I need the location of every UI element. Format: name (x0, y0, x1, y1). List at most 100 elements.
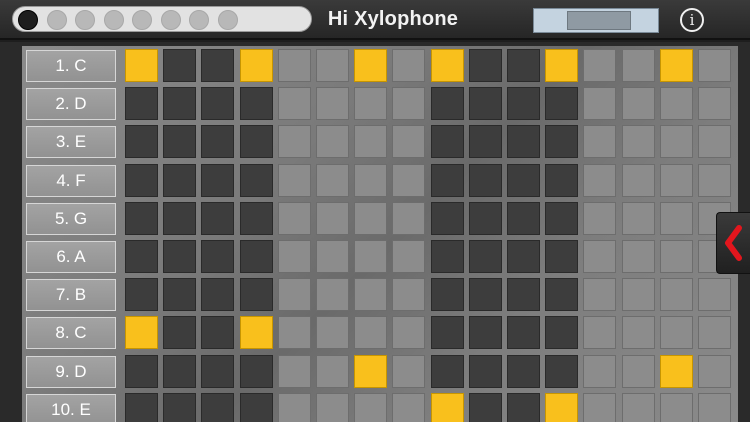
step-cell[interactable] (125, 392, 158, 422)
step-cell[interactable] (201, 125, 235, 159)
step-cell[interactable] (545, 240, 579, 273)
step-cell[interactable] (659, 392, 693, 422)
step-cell[interactable] (316, 240, 349, 273)
step-cell[interactable] (163, 354, 197, 388)
step-cell[interactable] (507, 163, 540, 197)
step-cell[interactable] (545, 316, 579, 350)
step-cell[interactable] (583, 163, 617, 197)
step-cell[interactable] (392, 240, 426, 273)
step-cell[interactable] (545, 87, 579, 121)
step-cell[interactable] (201, 392, 235, 422)
step-cell[interactable] (659, 87, 693, 121)
step-cell[interactable] (354, 163, 388, 197)
step-cell[interactable] (583, 354, 617, 388)
step-cell[interactable] (277, 87, 311, 121)
step-cell[interactable] (621, 392, 655, 422)
step-cell[interactable] (430, 354, 464, 388)
step-cell[interactable] (277, 392, 311, 422)
step-cell[interactable] (659, 316, 693, 350)
step-cell[interactable] (468, 87, 502, 121)
step-cell[interactable] (583, 125, 617, 159)
step-cell[interactable] (545, 125, 579, 159)
step-cell[interactable] (583, 240, 617, 273)
step-cell[interactable] (659, 49, 693, 82)
step-cell[interactable] (163, 201, 197, 235)
step-cell[interactable] (698, 354, 731, 388)
step-cell[interactable] (201, 316, 235, 350)
step-cell[interactable] (316, 278, 349, 312)
pattern-slot-8[interactable] (217, 10, 238, 30)
step-cell[interactable] (163, 125, 197, 159)
step-cell[interactable] (430, 125, 464, 159)
pattern-slot-2[interactable] (46, 10, 67, 30)
step-cell[interactable] (239, 278, 273, 312)
step-cell[interactable] (316, 316, 349, 350)
pattern-slot-7[interactable] (189, 10, 209, 30)
step-cell[interactable] (621, 354, 655, 388)
step-cell[interactable] (316, 354, 349, 388)
step-cell[interactable] (239, 354, 273, 388)
step-cell[interactable] (468, 125, 502, 159)
step-cell[interactable] (201, 201, 235, 235)
step-cell[interactable] (125, 354, 158, 388)
step-cell[interactable] (507, 201, 540, 235)
step-cell[interactable] (468, 201, 502, 235)
step-cell[interactable] (392, 201, 426, 235)
step-cell[interactable] (468, 354, 502, 388)
step-cell[interactable] (659, 125, 693, 159)
step-cell[interactable] (698, 278, 731, 312)
step-cell[interactable] (239, 49, 273, 82)
step-cell[interactable] (125, 125, 158, 159)
step-cell[interactable] (583, 392, 617, 422)
step-cell[interactable] (583, 316, 617, 350)
step-cell[interactable] (468, 316, 502, 350)
step-cell[interactable] (239, 240, 273, 273)
step-cell[interactable] (698, 49, 731, 82)
step-cell[interactable] (354, 278, 388, 312)
step-cell[interactable] (239, 201, 273, 235)
step-cell[interactable] (545, 49, 579, 82)
step-cell[interactable] (621, 240, 655, 273)
step-cell[interactable] (277, 278, 311, 312)
step-cell[interactable] (392, 87, 426, 121)
step-cell[interactable] (545, 354, 579, 388)
step-cell[interactable] (316, 49, 349, 82)
step-cell[interactable] (430, 240, 464, 273)
step-cell[interactable] (392, 163, 426, 197)
step-cell[interactable] (583, 49, 617, 82)
step-cell[interactable] (659, 354, 693, 388)
step-cell[interactable] (316, 125, 349, 159)
step-cell[interactable] (354, 87, 388, 121)
step-cell[interactable] (354, 201, 388, 235)
step-cell[interactable] (430, 278, 464, 312)
step-cell[interactable] (277, 354, 311, 388)
step-cell[interactable] (239, 392, 273, 422)
step-cell[interactable] (125, 87, 158, 121)
step-cell[interactable] (239, 163, 273, 197)
step-cell[interactable] (468, 49, 502, 82)
step-cell[interactable] (698, 392, 731, 422)
step-cell[interactable] (621, 87, 655, 121)
step-cell[interactable] (430, 201, 464, 235)
step-cell[interactable] (430, 49, 464, 82)
step-cell[interactable] (277, 163, 311, 197)
step-cell[interactable] (430, 316, 464, 350)
step-cell[interactable] (621, 201, 655, 235)
note-label[interactable]: 1. C (26, 50, 116, 82)
step-cell[interactable] (468, 163, 502, 197)
step-cell[interactable] (621, 316, 655, 350)
note-label[interactable]: 10. E (26, 393, 116, 422)
step-cell[interactable] (392, 125, 426, 159)
step-cell[interactable] (659, 240, 693, 273)
step-cell[interactable] (239, 125, 273, 159)
step-cell[interactable] (621, 125, 655, 159)
step-cell[interactable] (201, 278, 235, 312)
step-cell[interactable] (125, 278, 158, 312)
step-cell[interactable] (354, 316, 388, 350)
step-cell[interactable] (468, 240, 502, 273)
step-cell[interactable] (354, 392, 388, 422)
step-cell[interactable] (239, 316, 273, 350)
step-cell[interactable] (698, 87, 731, 121)
step-cell[interactable] (507, 125, 540, 159)
step-cell[interactable] (392, 49, 426, 82)
